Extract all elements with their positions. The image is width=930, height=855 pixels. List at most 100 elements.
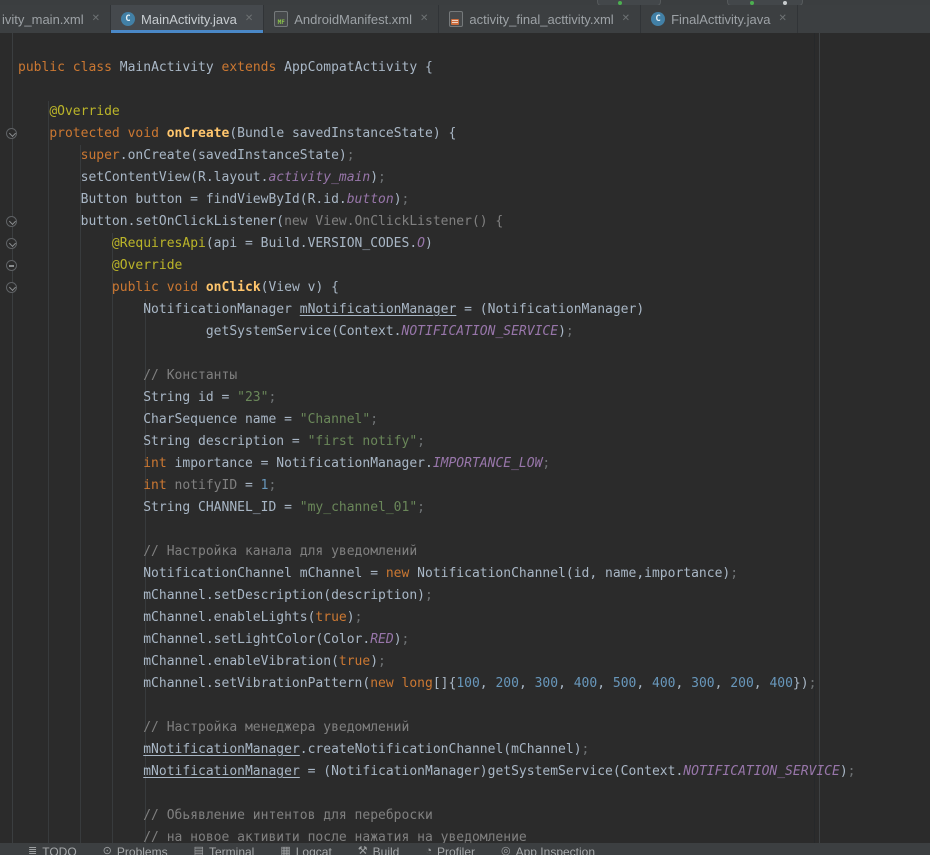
code-token: , [715,676,731,691]
code-token: super [81,148,120,163]
code-line[interactable]: mNotificationManager = (NotificationMana… [18,761,930,783]
code-token [18,742,143,757]
code-line[interactable]: protected void onCreate(Bundle savedInst… [18,123,930,145]
code-line[interactable]: int importance = NotificationManager.IMP… [18,453,930,475]
fold-marker-icon[interactable] [6,128,17,139]
code-line[interactable]: // Обьявление интентов для переброски [18,805,930,827]
code-token: mNotificationManager [143,742,300,757]
code-line[interactable]: String description = "first notify"; [18,431,930,453]
toolwindow-button-problems[interactable]: ⊙Problems [103,845,168,855]
code-line[interactable]: super.onCreate(savedInstanceState); [18,145,930,167]
editor-tab-mainactivity-java[interactable]: CMainActivity.java✕ [111,5,264,33]
code-line[interactable]: mChannel.enableVibration(true); [18,651,930,673]
editor-tab-finalacttivity-java[interactable]: CFinalActtivity.java✕ [641,5,798,33]
code-line[interactable]: @RequiresApi(api = Build.VERSION_CODES.O… [18,233,930,255]
code-line[interactable]: button.setOnClickListener(new View.OnCli… [18,211,930,233]
fold-marker-icon[interactable] [6,260,17,271]
code-token: , [519,676,535,691]
tab-close-icon[interactable]: ✕ [92,14,100,24]
code-line[interactable]: // на новое активити после нажатия на ув… [18,827,930,843]
code-line[interactable] [18,783,930,805]
code-token: class [73,60,112,75]
fold-marker-icon[interactable] [6,238,17,249]
editor-tab-ivity-main-xml[interactable]: ivity_main.xml ✕ [0,5,111,33]
toolwindow-button-todo[interactable]: ≣TODO [28,845,77,855]
tab-close-icon[interactable]: ✕ [622,14,630,24]
code-token: ; [425,588,433,603]
code-token: NotificationManager [18,302,300,317]
toolwindow-button-terminal[interactable]: ▤Terminal [194,845,255,855]
toolwindow-button-logcat[interactable]: ▦Logcat [280,845,331,855]
code-area[interactable]: public class MainActivity extends AppCom… [0,33,930,843]
code-line[interactable] [18,343,930,365]
code-token: ; [402,632,410,647]
code-line[interactable]: mChannel.setDescription(description); [18,585,930,607]
code-line[interactable]: public class MainActivity extends AppCom… [18,57,930,79]
tab-close-icon[interactable]: ✕ [779,14,787,24]
code-line[interactable]: public void onClick(View v) { [18,277,930,299]
code-token: String id = [18,390,237,405]
toolwindow-button-profiler[interactable]: ◔Profiler [425,845,475,855]
code-token [18,126,49,141]
code-line[interactable]: Button button = findViewById(R.id.button… [18,189,930,211]
code-line[interactable]: @Override [18,101,930,123]
code-token: "Channel" [300,412,370,427]
code-line[interactable]: mChannel.setLightColor(Color.RED); [18,629,930,651]
code-token: int [143,456,166,471]
editor-tab-activity-final-acttivity-xml[interactable]: activity_final_acttivity.xml✕ [439,5,641,33]
code-line[interactable] [18,79,930,101]
tab-close-icon[interactable]: ✕ [420,14,428,24]
code-line[interactable]: @Override [18,255,930,277]
code-line[interactable]: setContentView(R.layout.activity_main); [18,167,930,189]
code-token: (View v) { [261,280,339,295]
code-token [18,478,143,493]
code-line[interactable]: // Константы [18,365,930,387]
tab-close-icon[interactable]: ✕ [245,14,253,24]
code-token: ; [370,412,378,427]
tab-label: ivity_main.xml [2,12,84,27]
code-line[interactable]: String CHANNEL_ID = "my_channel_01"; [18,497,930,519]
code-line[interactable]: // Настройка менеджера уведомлений [18,717,930,739]
code-token [18,456,143,471]
code-token: new View.OnClickListener() { [284,214,503,229]
code-token: = (NotificationManager) [456,302,644,317]
code-token: , [676,676,692,691]
code-line[interactable]: int notifyID = 1; [18,475,930,497]
code-token: button [347,192,394,207]
code-line[interactable]: mChannel.setVibrationPattern(new long[]{… [18,673,930,695]
code-line[interactable]: String id = "23"; [18,387,930,409]
code-line[interactable]: CharSequence name = "Channel"; [18,409,930,431]
code-token: 200 [495,676,518,691]
code-line[interactable]: mNotificationManager.createNotificationC… [18,739,930,761]
profiler-icon: ◔ [425,845,432,855]
code-token: ; [355,610,363,625]
code-token: ; [730,566,738,581]
code-token: long [402,676,433,691]
code-token: new [370,676,393,691]
code-line[interactable] [18,519,930,541]
code-token: ) [394,192,402,207]
toolwindow-button-app-inspection[interactable]: ◎App Inspection [501,845,595,855]
code-line[interactable]: NotificationManager mNotificationManager… [18,299,930,321]
code-token: ; [378,170,386,185]
code-token [18,280,112,295]
code-token: onCreate [167,126,230,141]
code-line[interactable]: // Настройка канала для уведомлений [18,541,930,563]
fold-marker-icon[interactable] [6,282,17,293]
code-line[interactable] [18,695,930,717]
code-line[interactable]: NotificationChannel mChannel = new Notif… [18,563,930,585]
todo-icon: ≣ [28,845,37,855]
code-token: ; [402,192,410,207]
fold-marker-icon[interactable] [6,216,17,227]
toolwindow-button-label: Problems [117,845,168,855]
code-token: new [386,566,409,581]
editor-tab-androidmanifest-xml[interactable]: MFAndroidManifest.xml✕ [264,5,439,33]
code-line[interactable]: getSystemService(Context.NOTIFICATION_SE… [18,321,930,343]
terminal-icon: ▤ [194,845,204,855]
code-token: ) [558,324,566,339]
code-editor[interactable]: public class MainActivity extends AppCom… [0,33,930,843]
code-line[interactable]: mChannel.enableLights(true); [18,607,930,629]
code-token: AppCompatActivity { [276,60,433,75]
toolwindow-button-build[interactable]: ⚒Build [358,845,400,855]
code-token: MainActivity [112,60,222,75]
